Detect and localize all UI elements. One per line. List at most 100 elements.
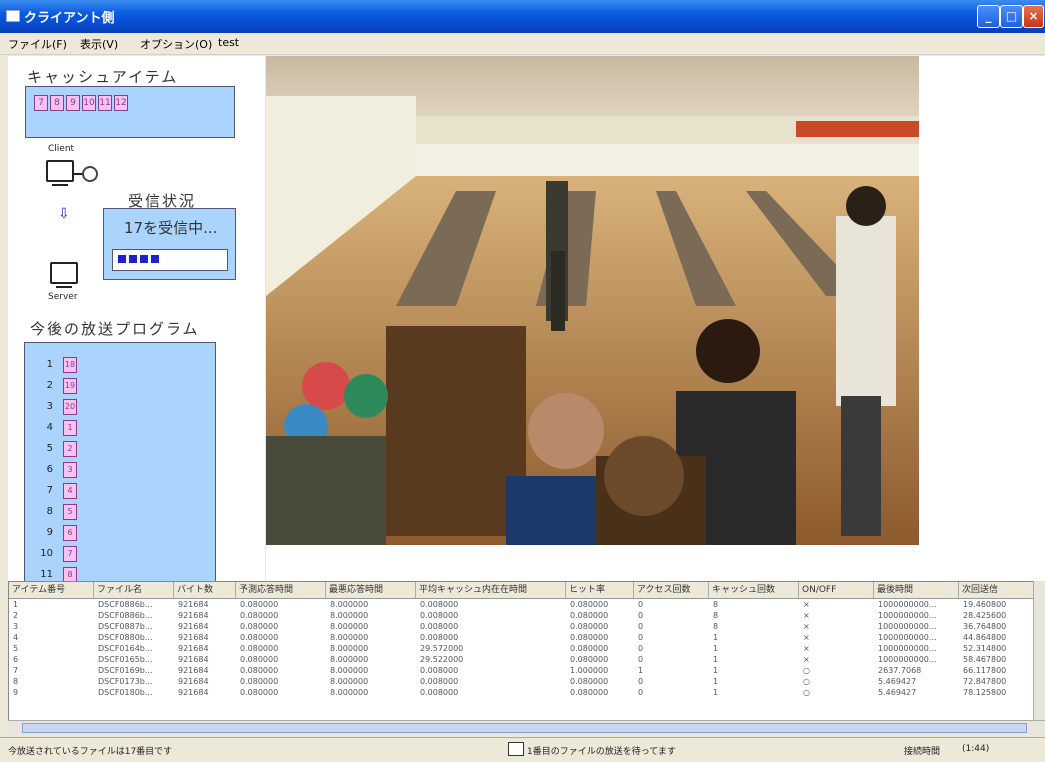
table-cell: 8.000000 <box>330 644 369 653</box>
menu-test[interactable]: test <box>218 36 239 49</box>
program-row-number: 5 <box>46 443 53 454</box>
progress-block <box>118 255 126 263</box>
table-cell: 8.000000 <box>330 677 369 686</box>
table-cell: 5 <box>13 644 19 653</box>
program-row-item: 18 <box>63 357 77 373</box>
column-header-bytes[interactable]: バイト数 <box>174 582 236 598</box>
column-header-file-name[interactable]: ファイル名 <box>94 582 174 598</box>
table-cell: 1 <box>713 644 719 653</box>
table-cell: × <box>803 611 810 620</box>
status-bar: 今放送されているファイルは17番目です 1番目のファイルの放送を待ってます 接続… <box>0 737 1045 762</box>
program-row-item: 6 <box>63 525 77 541</box>
progress-block <box>151 255 159 263</box>
status-wait-text: 1番目のファイルの放送を待ってます <box>527 747 676 757</box>
table-cell: 921684 <box>178 677 209 686</box>
download-arrow-icon: ⇩ <box>58 206 70 222</box>
column-header-predicted-response[interactable]: 予測応答時間 <box>236 582 326 598</box>
table-cell: 0.080000 <box>240 622 279 631</box>
program-row-number: 8 <box>46 506 53 517</box>
table-cell: DSCF0887b... <box>98 622 153 631</box>
cache-item: 7 <box>34 95 48 111</box>
table-cell: 8.000000 <box>330 611 369 620</box>
column-header-on-off[interactable]: ON/OFF <box>799 582 874 598</box>
table-cell: 1000000000... <box>878 633 937 642</box>
column-header-hit-rate[interactable]: ヒット率 <box>566 582 634 598</box>
table-cell: 0.080000 <box>240 655 279 664</box>
client-label: Client <box>48 144 75 154</box>
table-cell: 1 <box>13 600 19 609</box>
cache-box: 7 8 9 10 11 12 <box>25 86 235 138</box>
table-header: アイテム番号 ファイル名 バイト数 予測応答時間 最悪応答時間 平均キャッシュ内… <box>9 582 1034 599</box>
table-cell: 0.008000 <box>420 688 459 697</box>
table-cell: 0.080000 <box>570 688 609 697</box>
column-header-access-count[interactable]: アクセス回数 <box>634 582 709 598</box>
table-cell: 4 <box>13 633 19 642</box>
close-button[interactable]: × <box>1023 5 1044 28</box>
table-cell: DSCF0169b... <box>98 666 153 675</box>
table-cell: 1 <box>713 655 719 664</box>
program-row-item: 19 <box>63 378 77 394</box>
table-cell: 7 <box>13 666 19 675</box>
table-cell: 0.080000 <box>240 611 279 620</box>
program-row-item: 7 <box>63 546 77 562</box>
table-cell: ○ <box>803 677 810 686</box>
table-cell: 0.080000 <box>570 644 609 653</box>
table-cell: 8 <box>713 622 719 631</box>
menu-options[interactable]: オプション(O) <box>140 36 212 52</box>
table-cell: 1000000000... <box>878 644 937 653</box>
table-cell: 0.008000 <box>420 611 459 620</box>
table-cell: 1 <box>713 677 719 686</box>
table-cell: 1 <box>713 666 719 675</box>
horizontal-scrollbar[interactable] <box>8 720 1045 735</box>
receive-status-box: 17を受信中... <box>103 208 236 280</box>
table-cell: ○ <box>803 666 810 675</box>
menu-view[interactable]: 表示(V) <box>80 36 118 52</box>
minimize-button[interactable]: _ <box>977 5 1000 28</box>
table-cell: × <box>803 600 810 609</box>
vertical-scrollbar[interactable] <box>1033 581 1045 722</box>
table-cell: 0.080000 <box>570 677 609 686</box>
table-cell: 0.008000 <box>420 666 459 675</box>
table-cell: DSCF0165b... <box>98 655 153 664</box>
table-cell: 0.080000 <box>570 600 609 609</box>
column-header-last-time[interactable]: 最後時間 <box>874 582 959 598</box>
table-cell: 921684 <box>178 655 209 664</box>
table-cell: × <box>803 622 810 631</box>
cache-title: キャッシュアイテム <box>27 68 179 86</box>
table-cell: 0.080000 <box>240 644 279 653</box>
program-row-number: 2 <box>46 380 53 391</box>
program-row-item: 20 <box>63 399 77 415</box>
column-header-avg-cache-time[interactable]: 平均キャッシュ内在在時間 <box>416 582 566 598</box>
maximize-button[interactable]: □ <box>1000 5 1023 28</box>
table-cell: 8.000000 <box>330 655 369 664</box>
table-cell: 921684 <box>178 644 209 653</box>
program-row-number: 9 <box>46 527 53 538</box>
table-cell: 0 <box>638 644 644 653</box>
table-cell: 29.572000 <box>420 644 464 653</box>
table-cell: 0 <box>638 611 644 620</box>
horizontal-scroll-thumb[interactable] <box>22 723 1027 733</box>
file-table[interactable]: アイテム番号 ファイル名 バイト数 予測応答時間 最悪応答時間 平均キャッシュ内… <box>8 581 1035 722</box>
table-cell: 6 <box>13 655 19 664</box>
title-bar[interactable]: クライアント側 _ □ × <box>0 0 1045 33</box>
table-cell: 921684 <box>178 600 209 609</box>
menu-file[interactable]: ファイル(F) <box>8 36 67 52</box>
table-cell: 2 <box>13 611 19 620</box>
table-cell: × <box>803 633 810 642</box>
column-header-worst-response[interactable]: 最悪応答時間 <box>326 582 416 598</box>
table-cell: 1 <box>713 633 719 642</box>
table-cell: 0 <box>638 622 644 631</box>
column-header-cache-count[interactable]: キャッシュ回数 <box>709 582 799 598</box>
table-cell: 8.000000 <box>330 600 369 609</box>
table-cell: 0.080000 <box>240 677 279 686</box>
program-row-number: 4 <box>46 422 53 433</box>
table-cell: 0.080000 <box>240 666 279 675</box>
table-cell: 0.080000 <box>570 655 609 664</box>
table-cell: 0 <box>638 600 644 609</box>
table-cell: 28.425600 <box>963 611 1007 620</box>
column-header-item-number[interactable]: アイテム番号 <box>9 582 94 598</box>
table-cell: 9 <box>13 688 19 697</box>
column-header-next-send[interactable]: 次回送信 <box>959 582 1034 598</box>
table-cell: 5.469427 <box>878 688 917 697</box>
image-viewer <box>266 56 919 545</box>
